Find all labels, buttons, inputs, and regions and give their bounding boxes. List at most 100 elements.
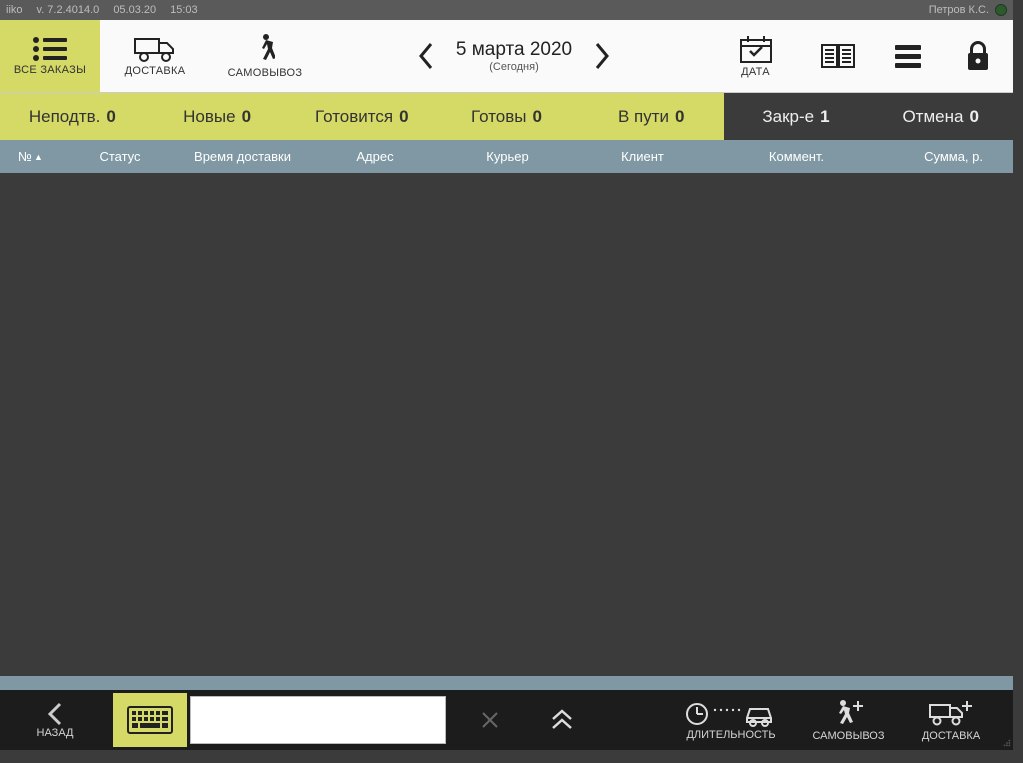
new-delivery-label: ДОСТАВКА bbox=[922, 730, 980, 742]
col-comment[interactable]: Коммент. bbox=[710, 140, 883, 173]
filter-new[interactable]: Новые 0 bbox=[145, 93, 290, 140]
keyboard-icon bbox=[127, 706, 173, 734]
filter-enroute[interactable]: В пути 0 bbox=[579, 93, 724, 140]
filter-count: 0 bbox=[675, 107, 684, 127]
clock-car-icon bbox=[683, 700, 779, 728]
filter-label: Готовится bbox=[315, 107, 393, 127]
clear-search-button[interactable] bbox=[458, 690, 522, 750]
lock-icon bbox=[965, 40, 991, 72]
back-button[interactable]: НАЗАД bbox=[0, 690, 110, 750]
all-orders-button[interactable]: ВСЕ ЗАКАЗЫ bbox=[0, 20, 100, 92]
title-date: 05.03.20 bbox=[113, 4, 156, 16]
truck-plus-icon bbox=[928, 699, 974, 729]
filter-count: 0 bbox=[106, 107, 115, 127]
sort-asc-icon: ▲ bbox=[34, 152, 43, 162]
chevron-left-icon bbox=[416, 41, 436, 71]
new-delivery-button[interactable]: ДОСТАВКА bbox=[901, 690, 1001, 750]
date-picker: 5 марта 2020 (Сегодня) bbox=[320, 20, 708, 92]
orders-table-body bbox=[0, 173, 1013, 676]
col-courier-label: Курьер bbox=[486, 149, 528, 164]
col-client-label: Клиент bbox=[621, 149, 664, 164]
col-status[interactable]: Статус bbox=[65, 140, 175, 173]
user-name: Петров К.С. bbox=[929, 4, 989, 16]
orders-table-header: № ▲ Статус Время доставки Адрес Курьер К… bbox=[0, 140, 1013, 173]
status-indicator-icon bbox=[995, 4, 1007, 16]
orders-table-footer bbox=[0, 676, 1013, 690]
list-icon bbox=[31, 36, 69, 62]
filter-count: 1 bbox=[820, 107, 829, 127]
search-input-wrap bbox=[190, 690, 458, 750]
filter-label: Новые bbox=[183, 107, 235, 127]
duration-button[interactable]: ДЛИТЕЛЬНОСТЬ bbox=[666, 690, 796, 750]
lock-button[interactable] bbox=[943, 20, 1013, 92]
newspaper-icon bbox=[820, 41, 856, 71]
status-filter-tabs: Неподтв. 0 Новые 0 Готовится 0 Готовы 0 … bbox=[0, 93, 1013, 140]
resize-grip-icon[interactable] bbox=[1001, 690, 1013, 750]
filter-label: Неподтв. bbox=[29, 107, 100, 127]
delivery-filter-button[interactable]: ДОСТАВКА bbox=[100, 20, 210, 92]
col-status-label: Статус bbox=[99, 149, 140, 164]
app-name: iiko bbox=[6, 4, 23, 16]
title-right: Петров К.С. bbox=[929, 4, 1007, 16]
pickup-filter-label: САМОВЫВОЗ bbox=[228, 67, 303, 79]
chevron-right-icon bbox=[592, 41, 612, 71]
col-client[interactable]: Клиент bbox=[575, 140, 710, 173]
filter-closed[interactable]: Закр-е 1 bbox=[724, 93, 869, 140]
filter-label: Готовы bbox=[471, 107, 526, 127]
main-toolbar: ВСЕ ЗАКАЗЫ ДОСТАВКА САМОВЫВОЗ 5 марта 20… bbox=[0, 20, 1013, 93]
col-time-label: Время доставки bbox=[194, 149, 291, 164]
hamburger-menu-icon bbox=[893, 43, 923, 69]
col-address[interactable]: Адрес bbox=[310, 140, 440, 173]
delivery-filter-label: ДОСТАВКА bbox=[125, 65, 186, 77]
col-comment-label: Коммент. bbox=[769, 149, 824, 164]
date-display[interactable]: 5 марта 2020 (Сегодня) bbox=[456, 39, 572, 73]
all-orders-label: ВСЕ ЗАКАЗЫ bbox=[14, 64, 86, 76]
keyboard-button[interactable] bbox=[110, 690, 190, 750]
walking-person-plus-icon bbox=[832, 699, 866, 729]
filter-count: 0 bbox=[242, 107, 251, 127]
col-address-label: Адрес bbox=[356, 149, 393, 164]
new-pickup-button[interactable]: САМОВЫВОЗ bbox=[796, 690, 901, 750]
title-bar: iiko v. 7.2.4014.0 05.03.20 15:03 Петров… bbox=[0, 0, 1013, 20]
col-number[interactable]: № ▲ bbox=[0, 140, 65, 173]
filter-cancelled[interactable]: Отмена 0 bbox=[868, 93, 1013, 140]
date-button-label: ДАТА bbox=[741, 66, 770, 78]
filter-count: 0 bbox=[969, 107, 978, 127]
filter-label: Отмена bbox=[902, 107, 963, 127]
menu-button[interactable] bbox=[873, 20, 943, 92]
app-version: v. 7.2.4014.0 bbox=[37, 4, 100, 16]
walking-person-icon bbox=[255, 33, 275, 65]
filter-label: В пути bbox=[618, 107, 669, 127]
filter-label: Закр-е bbox=[762, 107, 814, 127]
next-date-button[interactable] bbox=[592, 41, 612, 71]
filter-count: 0 bbox=[533, 107, 542, 127]
scroll-top-button[interactable] bbox=[522, 690, 602, 750]
title-time: 15:03 bbox=[170, 4, 198, 16]
date-today-label: (Сегодня) bbox=[456, 61, 572, 73]
filter-unconfirmed[interactable]: Неподтв. 0 bbox=[0, 93, 145, 140]
filter-count: 0 bbox=[399, 107, 408, 127]
date-button[interactable]: ДАТА bbox=[708, 20, 803, 92]
filter-ready[interactable]: Готовы 0 bbox=[434, 93, 579, 140]
bottom-toolbar: НАЗАД ДЛИТЕЛЬНОСТЬ bbox=[0, 690, 1013, 750]
filter-cooking[interactable]: Готовится 0 bbox=[289, 93, 434, 140]
pickup-filter-button[interactable]: САМОВЫВОЗ bbox=[210, 20, 320, 92]
col-delivery-time[interactable]: Время доставки bbox=[175, 140, 310, 173]
col-sum-label: Сумма, р. bbox=[924, 149, 983, 164]
truck-icon bbox=[133, 35, 177, 63]
back-label: НАЗАД bbox=[37, 727, 74, 739]
calendar-icon bbox=[739, 34, 773, 64]
col-sum[interactable]: Сумма, р. bbox=[883, 140, 1013, 173]
chevron-left-icon bbox=[45, 702, 65, 726]
close-icon bbox=[480, 710, 500, 730]
date-value: 5 марта 2020 bbox=[456, 39, 572, 61]
double-chevron-up-icon bbox=[550, 709, 574, 731]
duration-label: ДЛИТЕЛЬНОСТЬ bbox=[686, 729, 775, 741]
col-number-label: № bbox=[18, 149, 32, 164]
col-courier[interactable]: Курьер bbox=[440, 140, 575, 173]
search-input[interactable] bbox=[190, 696, 446, 744]
prev-date-button[interactable] bbox=[416, 41, 436, 71]
new-pickup-label: САМОВЫВОЗ bbox=[812, 730, 884, 742]
title-left: iiko v. 7.2.4014.0 05.03.20 15:03 bbox=[6, 4, 198, 16]
journal-button[interactable] bbox=[803, 20, 873, 92]
